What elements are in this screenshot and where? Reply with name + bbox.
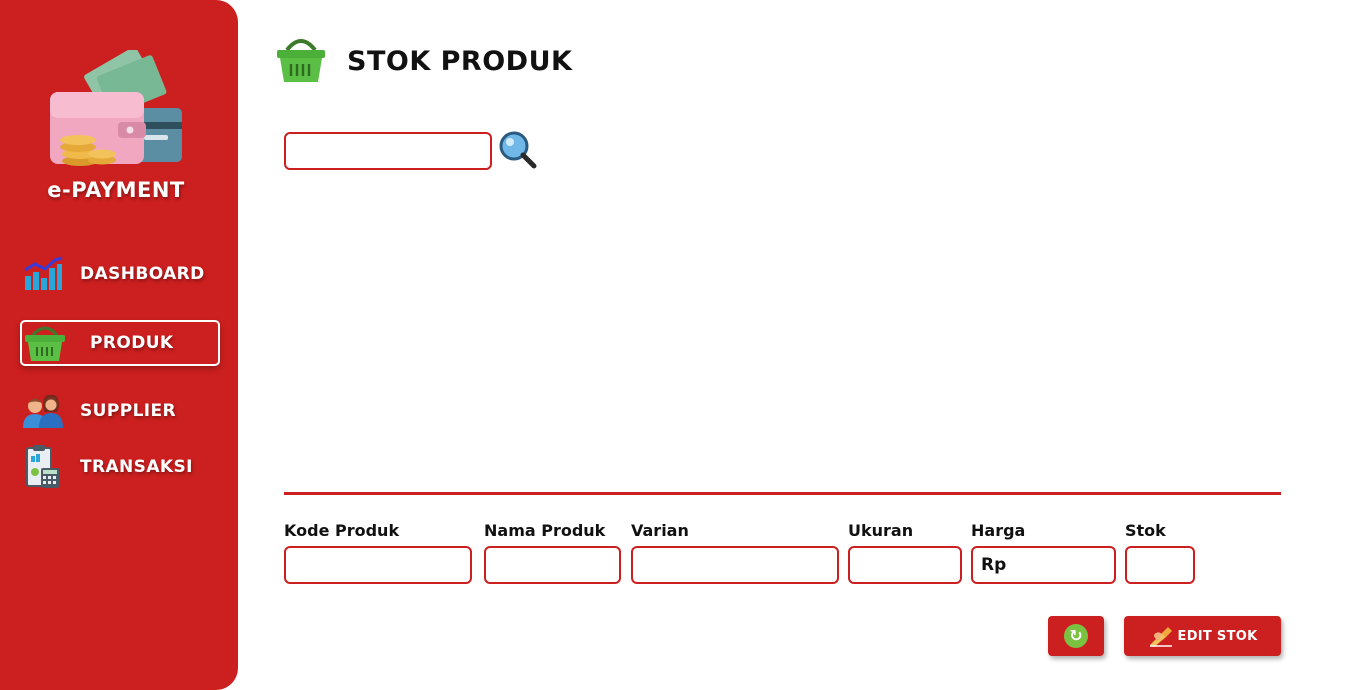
refresh-button[interactable]: ↻ xyxy=(1048,616,1104,656)
sidebar: e-PAYMENT DASHBOARD PRODUK SUPPLIER TRAN… xyxy=(0,0,238,690)
sidebar-item-label: SUPPLIER xyxy=(80,401,177,421)
writing-hand-icon xyxy=(1149,627,1172,647)
sidebar-item-dashboard[interactable]: DASHBOARD xyxy=(20,251,220,297)
sidebar-item-label: DASHBOARD xyxy=(80,264,205,284)
varian-field[interactable] xyxy=(631,546,839,584)
people-icon xyxy=(20,389,66,433)
sidebar-item-label: TRANSAKSI xyxy=(80,457,193,477)
label-nama-produk: Nama Produk xyxy=(484,521,606,540)
label-harga: Harga xyxy=(971,521,1026,540)
basket-icon xyxy=(22,321,68,365)
brand-name: e-PAYMENT xyxy=(47,178,185,202)
sidebar-item-produk[interactable]: PRODUK xyxy=(20,320,220,366)
calculator-icon xyxy=(20,445,66,489)
label-stok: Stok xyxy=(1125,521,1166,540)
chart-icon xyxy=(20,252,66,296)
label-ukuran: Ukuran xyxy=(848,521,914,540)
edit-stok-label: EDIT STOK xyxy=(1177,628,1258,644)
label-varian: Varian xyxy=(631,521,689,540)
divider xyxy=(284,492,1281,495)
sidebar-item-label: PRODUK xyxy=(90,333,174,353)
magnifier-icon[interactable] xyxy=(498,130,538,170)
page-title: STOK PRODUK xyxy=(347,46,573,77)
refresh-icon: ↻ xyxy=(1064,624,1088,648)
basket-icon xyxy=(277,39,325,82)
label-kode-produk: Kode Produk xyxy=(284,521,400,540)
search-input[interactable] xyxy=(284,132,492,170)
stok-field[interactable] xyxy=(1125,546,1195,584)
sidebar-item-transaksi[interactable]: TRANSAKSI xyxy=(20,444,220,490)
nama-produk-field[interactable] xyxy=(484,546,621,584)
sidebar-item-supplier[interactable]: SUPPLIER xyxy=(20,388,220,434)
edit-stok-button[interactable]: EDIT STOK xyxy=(1124,616,1281,656)
wallet-logo-icon xyxy=(50,50,182,166)
kode-produk-field[interactable] xyxy=(284,546,472,584)
harga-field[interactable] xyxy=(971,546,1116,584)
ukuran-field[interactable] xyxy=(848,546,962,584)
